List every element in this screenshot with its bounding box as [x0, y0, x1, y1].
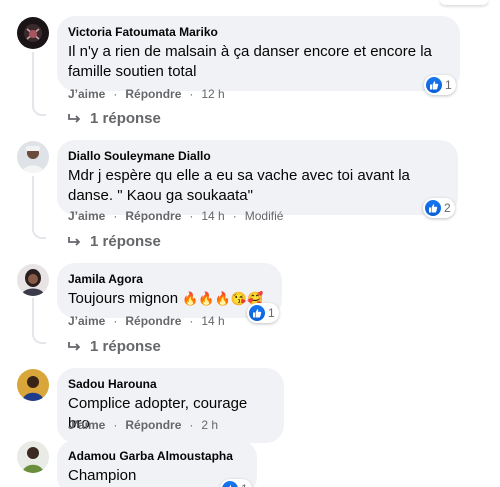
reaction-count-pill[interactable]: 2	[423, 198, 455, 218]
view-replies-link[interactable]: 1 réponse	[68, 338, 161, 355]
avatar[interactable]	[17, 264, 49, 296]
comment-actions: J’aime · Répondre · 14 h · Modifié	[68, 208, 284, 224]
like-reaction-icon	[222, 481, 238, 487]
comment-bubble: Diallo Souleymane Diallo Mdr j espère qu…	[57, 140, 458, 215]
edited-label: Modifié	[244, 209, 284, 223]
reaction-count: 1	[445, 78, 452, 92]
reaction-count: 2	[444, 201, 451, 215]
timestamp[interactable]: 12 h	[201, 86, 224, 102]
reply-button[interactable]: Répondre	[125, 417, 181, 433]
thread-elbow	[32, 229, 46, 239]
reaction-count-pill[interactable]: 1	[220, 479, 252, 487]
avatar[interactable]	[17, 369, 49, 401]
comment-author[interactable]: Adamou Garba Almoustapha	[68, 448, 245, 464]
comment-text: Toujours mignon 🔥🔥🔥😘🥰	[68, 289, 270, 309]
reply-button[interactable]: Répondre	[125, 208, 181, 224]
avatar[interactable]	[17, 441, 49, 473]
reaction-count: 1	[241, 482, 248, 487]
like-button[interactable]: J’aime	[68, 313, 105, 329]
comment-actions: J’aime · Répondre · 14 h	[68, 313, 225, 329]
reply-arrow-icon	[68, 341, 81, 351]
avatar[interactable]	[17, 17, 49, 49]
replies-label: 1 réponse	[90, 338, 161, 355]
reaction-pill-partial	[440, 0, 488, 5]
reply-arrow-icon	[68, 236, 81, 246]
comment-text: danse. " Kaou ga soukaata"	[68, 187, 253, 204]
thread-elbow	[32, 106, 46, 116]
comment-author[interactable]: Victoria Fatoumata Mariko	[68, 24, 448, 40]
timestamp[interactable]: 2 h	[201, 417, 218, 433]
like-reaction-icon	[426, 77, 442, 93]
like-button[interactable]: J’aime	[68, 86, 105, 102]
like-reaction-icon	[249, 305, 265, 321]
avatar[interactable]	[17, 141, 49, 173]
comment-author[interactable]: Sadou Harouna	[68, 376, 272, 392]
replies-label: 1 réponse	[90, 233, 161, 250]
thread-line	[32, 298, 34, 337]
reaction-count: 1	[268, 306, 275, 320]
comment-text-body: Toujours mignon	[68, 290, 179, 307]
comment-text: Mdr j espère qu elle a eu sa vache avec …	[68, 167, 410, 184]
comment-actions: J’aime · Répondre · 12 h	[68, 86, 225, 102]
view-replies-link[interactable]: 1 réponse	[68, 233, 161, 250]
reply-button[interactable]: Répondre	[125, 313, 181, 329]
comment-bubble: Victoria Fatoumata Mariko Il n'y a rien …	[57, 16, 460, 91]
view-replies-link[interactable]: 1 réponse	[68, 110, 161, 127]
reply-arrow-icon	[68, 113, 81, 123]
thread-line	[32, 52, 34, 109]
thread-elbow	[32, 334, 46, 344]
timestamp[interactable]: 14 h	[201, 208, 224, 224]
like-button[interactable]: J’aime	[68, 417, 105, 433]
comment-actions: J’aime · Répondre · 2 h	[68, 417, 219, 433]
comment-text: famille soutien total	[68, 63, 197, 80]
like-reaction-icon	[425, 200, 441, 216]
comment-author[interactable]: Jamila Agora	[68, 271, 270, 287]
comment-text: Champion	[68, 467, 137, 484]
reaction-count-pill[interactable]: 1	[424, 75, 456, 95]
comment-text: Il n'y a rien de malsain à ça danser enc…	[68, 43, 432, 60]
comment-author[interactable]: Diallo Souleymane Diallo	[68, 148, 446, 164]
reply-button[interactable]: Répondre	[125, 86, 181, 102]
timestamp[interactable]: 14 h	[201, 313, 224, 329]
thread-line	[32, 176, 34, 232]
reaction-count-pill[interactable]: 1	[247, 303, 279, 323]
like-button[interactable]: J’aime	[68, 208, 105, 224]
replies-label: 1 réponse	[90, 110, 161, 127]
